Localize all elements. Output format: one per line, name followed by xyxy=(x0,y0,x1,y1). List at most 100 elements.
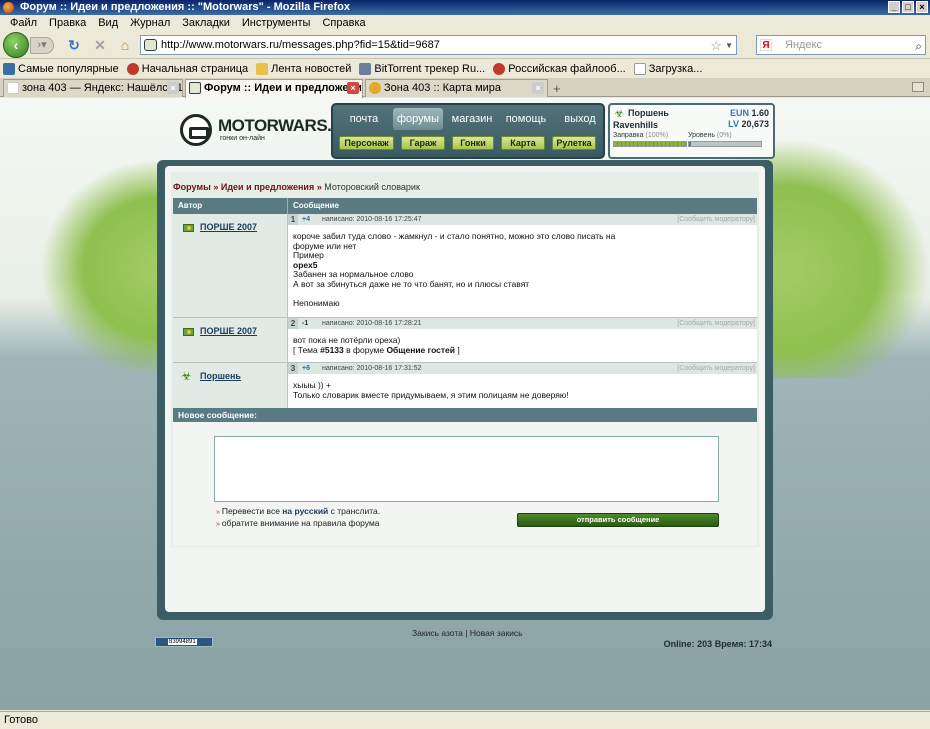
post-message-cell: 1 +4 написано: 2010-08-16 17:25:47 [Сооб… xyxy=(288,214,757,317)
logo-emblem xyxy=(180,114,212,146)
send-message-button[interactable]: отправить сообщение xyxy=(517,513,719,527)
user-nick[interactable]: Поршень xyxy=(628,108,669,118)
subnav-races[interactable]: Гонки xyxy=(452,136,494,150)
level-label: Уровень (0%) xyxy=(688,132,732,139)
menu-bar: Файл Правка Вид Журнал Закладки Инструме… xyxy=(0,15,930,31)
tab-yandex[interactable]: зона 403 — Яндекс: Нашёлся 1 млн о... × xyxy=(3,79,183,97)
author-link[interactable]: ПОРШЕ 2007 xyxy=(200,222,257,232)
biohazard-icon: ☣ xyxy=(614,108,624,120)
online-status: Online: 203 Время: 17:34 xyxy=(663,639,772,649)
radiation-tab-icon xyxy=(369,82,381,94)
tab-list-icon[interactable] xyxy=(912,82,924,92)
post-score[interactable]: +6 xyxy=(302,363,310,374)
forum-link[interactable]: Общение гостей xyxy=(386,345,455,355)
home-icon[interactable]: ⌂ xyxy=(117,37,133,53)
new-tab-icon[interactable]: + xyxy=(553,81,561,96)
site-logo[interactable]: MOTORWARS.RU гонки он-лайн xyxy=(180,110,355,150)
minimize-button[interactable]: _ xyxy=(888,1,900,13)
close-button[interactable]: × xyxy=(916,1,928,13)
nav-logout[interactable]: выход xyxy=(555,108,605,130)
footer-links: Закись азота | Новая закись xyxy=(412,628,523,638)
tab-close-icon[interactable]: × xyxy=(347,82,359,94)
tab-close-icon[interactable]: × xyxy=(532,82,544,94)
browser-window: Форум :: Идеи и предложения :: "Motorwar… xyxy=(0,0,930,729)
report-moderator-link[interactable]: [Сообщить модератору] xyxy=(677,214,755,225)
menu-file[interactable]: Файл xyxy=(4,15,43,31)
author-link[interactable]: ПОРШЕ 2007 xyxy=(200,326,257,336)
url-dropdown-icon[interactable]: ▼ xyxy=(725,37,733,55)
footer-link-nitro[interactable]: Закись азота xyxy=(412,628,463,638)
rules-link[interactable]: обратите внимание на правила форума xyxy=(216,518,380,528)
reload-icon[interactable]: ↻ xyxy=(66,37,82,53)
menu-help[interactable]: Справка xyxy=(316,15,371,31)
flag-icon xyxy=(183,328,194,336)
breadcrumb-ideas[interactable]: Идеи и предложения xyxy=(221,182,314,192)
menu-tools[interactable]: Инструменты xyxy=(236,15,317,31)
subnav-roulette[interactable]: Рулетка xyxy=(552,136,596,150)
breadcrumb-forums[interactable]: Форумы xyxy=(173,182,211,192)
subnav-garage[interactable]: Гараж xyxy=(401,136,445,150)
yandex-icon[interactable]: Я xyxy=(760,39,772,51)
tab-forum[interactable]: Форум :: Идеи и предложения :: ... × xyxy=(185,79,363,98)
post-message-cell: 2 -1 написано: 2010-08-16 17:28:21 [Сооб… xyxy=(288,318,757,362)
firefox-icon xyxy=(3,2,14,13)
search-box[interactable]: Я Яндекс ⌕ xyxy=(756,35,926,55)
tab-bar: зона 403 — Яндекс: Нашёлся 1 млн о... × … xyxy=(0,78,930,98)
footer-link-new-nitro[interactable]: Новая закись xyxy=(470,628,523,638)
translit-link[interactable]: на русский xyxy=(282,506,328,516)
bookmark-star-icon[interactable]: ☆ xyxy=(710,37,722,55)
post-body: хыыы )) + Только словарик вместе придумы… xyxy=(293,380,569,400)
tab-close-icon[interactable]: × xyxy=(167,82,179,94)
new-message-header: Новое сообщение: xyxy=(173,408,757,422)
fuel-label: Заправка (100%) xyxy=(613,132,669,139)
post-score[interactable]: -1 xyxy=(302,318,308,329)
tab-map[interactable]: Зона 403 :: Карта мира × xyxy=(365,79,548,97)
maximize-button[interactable]: □ xyxy=(902,1,914,13)
post-body: вот пока не потёрли ореха) [ Тема #5133 … xyxy=(293,335,460,355)
nav-shop[interactable]: магазин xyxy=(447,108,497,130)
back-button[interactable]: ‹ xyxy=(3,32,29,58)
folder-icon xyxy=(256,62,269,75)
site-nav-panel: почта форумы магазин помощь выход Персон… xyxy=(331,103,605,159)
search-icon[interactable]: ⌕ xyxy=(915,37,922,55)
menu-history[interactable]: Журнал xyxy=(124,15,176,31)
bookmark-icon xyxy=(126,62,139,75)
bookmark-file-share[interactable]: Российская файлооб... xyxy=(493,60,626,77)
forward-button[interactable]: ›▾ xyxy=(30,37,54,54)
menu-bookmarks[interactable]: Закладки xyxy=(176,15,236,31)
stop-icon[interactable]: ✕ xyxy=(92,37,108,53)
bookmark-news-feed[interactable]: Лента новостей xyxy=(256,60,351,77)
posts-table: Автор Сообщение ПОРШЕ 2007 1 +4 написано… xyxy=(173,198,757,411)
menu-view[interactable]: Вид xyxy=(92,15,124,31)
nav-help[interactable]: помощь xyxy=(501,108,551,130)
nav-forums[interactable]: форумы xyxy=(393,108,443,130)
address-bar[interactable]: http://www.motorwars.ru/messages.php?fid… xyxy=(140,35,737,55)
breadcrumb-topic: Моторовский словарик xyxy=(324,182,420,192)
status-bar: Готово xyxy=(0,711,930,729)
url-text: http://www.motorwars.ru/messages.php?fid… xyxy=(161,39,440,51)
site-tab-icon xyxy=(189,82,201,94)
post-author-cell: ПОРШЕ 2007 xyxy=(173,318,288,362)
column-author: Автор xyxy=(173,198,288,214)
topic-link[interactable]: #5133 xyxy=(320,345,344,355)
message-textarea[interactable] xyxy=(214,436,719,502)
subnav-map[interactable]: Карта xyxy=(501,136,545,150)
nav-mail[interactable]: почта xyxy=(339,108,389,130)
subnav-character[interactable]: Персонаж xyxy=(339,136,394,150)
bookmark-bittorrent[interactable]: BitTorrent трекер Ru... xyxy=(359,60,485,77)
translit-hint: Перевести все на русский с транслита. xyxy=(216,506,380,516)
post-score[interactable]: +4 xyxy=(302,214,310,225)
yandex-tab-icon xyxy=(7,82,19,94)
author-link[interactable]: Поршень xyxy=(200,371,241,381)
menu-edit[interactable]: Правка xyxy=(43,15,92,31)
post-number: 1 xyxy=(288,214,298,225)
bookmark-icon xyxy=(3,62,15,75)
bookmark-loading[interactable]: Загрузка... xyxy=(633,60,702,77)
report-moderator-link[interactable]: [Сообщить модератору] xyxy=(677,363,755,374)
post-row: ☣ Поршень 3 +6 написано: 2010-08-16 17:3… xyxy=(173,363,757,411)
bookmark-start-page[interactable]: Начальная страница xyxy=(126,60,248,77)
report-moderator-link[interactable]: [Сообщить модератору] xyxy=(677,318,755,329)
visit-counter[interactable]: 83994891 xyxy=(155,637,213,647)
logo-subtitle: гонки он-лайн xyxy=(220,135,265,142)
bookmark-popular[interactable]: Самые популярные xyxy=(3,60,119,77)
